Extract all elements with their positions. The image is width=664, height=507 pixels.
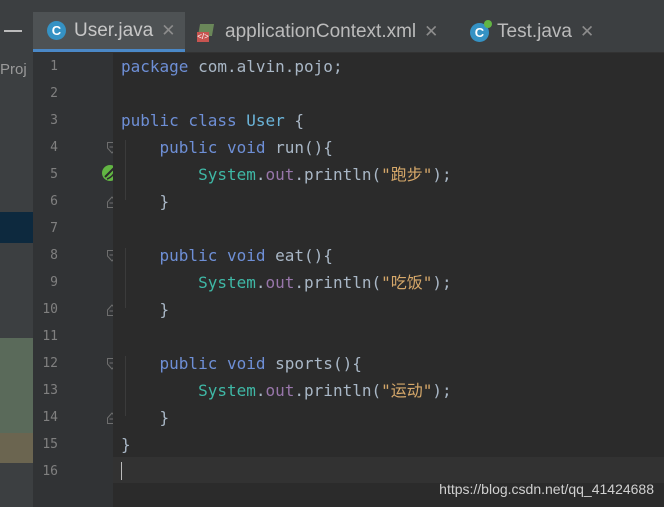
- code-editor[interactable]: package com.alvin.pojo; public class Use…: [113, 53, 664, 507]
- line-number: 12: [42, 356, 58, 371]
- tab-application-context-xml[interactable]: </> applicationContext.xml ✕: [185, 12, 456, 52]
- line-number: 15: [42, 437, 58, 452]
- tab-user-java[interactable]: C User.java ✕: [33, 12, 185, 52]
- menu-icon[interactable]: [4, 30, 22, 32]
- line-number: 9: [50, 275, 58, 290]
- project-tree-area: [0, 338, 33, 433]
- code-line-4: public void run(){: [159, 138, 333, 157]
- editor-tab-bar: C User.java ✕ </> applicationContext.xml…: [33, 0, 664, 53]
- close-icon[interactable]: ✕: [580, 22, 594, 42]
- tab-label: applicationContext.xml: [225, 21, 417, 42]
- code-line-5: System.out.println("跑步");: [198, 165, 452, 184]
- line-number: 13: [42, 383, 58, 398]
- line-number: 5: [50, 167, 58, 182]
- editor-gutter: 1 2 3 4 5 6 7 8 9 10 11 12 13 14 15 16: [33, 53, 118, 507]
- code-line-8: public void eat(){: [159, 246, 333, 265]
- line-number: 3: [50, 113, 58, 128]
- line-number: 8: [50, 248, 58, 263]
- tab-label: User.java: [74, 19, 154, 41]
- code-line-15: }: [121, 435, 131, 454]
- line-number: 1: [50, 59, 58, 74]
- java-class-icon: C: [47, 21, 66, 40]
- line-number: 10: [42, 302, 58, 317]
- code-line-9: System.out.println("吃饭");: [198, 273, 452, 292]
- project-tree-area: [0, 433, 33, 463]
- current-line-highlight: [113, 457, 664, 483]
- tab-label: Test.java: [497, 21, 572, 42]
- project-sidebar: Proj: [0, 0, 33, 507]
- close-icon[interactable]: ✕: [161, 21, 175, 41]
- code-line-12: public void sports(){: [159, 354, 362, 373]
- code-line-10: }: [159, 300, 170, 319]
- line-number: 14: [42, 410, 58, 425]
- project-tree-selection: [0, 212, 33, 243]
- line-number: 2: [50, 86, 58, 101]
- code-line-13: System.out.println("运动");: [198, 381, 452, 400]
- line-number: 7: [50, 221, 58, 236]
- tab-test-java[interactable]: C Test.java ✕: [456, 12, 606, 52]
- close-icon[interactable]: ✕: [424, 22, 438, 42]
- code-line-14: }: [159, 408, 170, 427]
- text-caret: [121, 462, 122, 480]
- project-panel-label[interactable]: Proj: [0, 61, 27, 78]
- line-number: 4: [50, 140, 58, 155]
- xml-file-icon: </>: [197, 22, 217, 42]
- line-number: 6: [50, 194, 58, 209]
- code-line-1: package com.alvin.pojo;: [121, 57, 343, 76]
- line-number: 16: [42, 464, 58, 479]
- java-test-class-icon: C: [470, 19, 492, 42]
- watermark: https://blog.csdn.net/qq_41424688: [439, 481, 654, 497]
- code-line-3: public class User {: [121, 111, 305, 130]
- line-number: 11: [42, 329, 58, 344]
- code-line-6: }: [159, 192, 170, 211]
